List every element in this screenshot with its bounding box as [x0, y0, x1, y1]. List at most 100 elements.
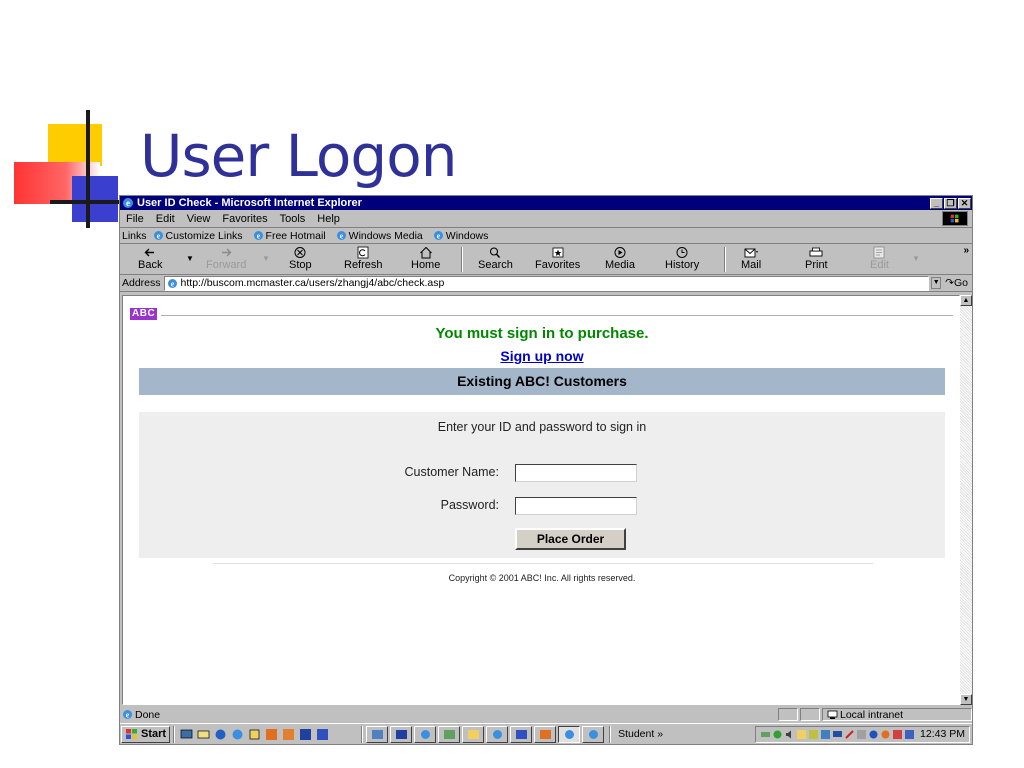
back-button[interactable]: Back [138, 244, 162, 271]
office-app-icon[interactable] [265, 728, 278, 741]
decor-blue-square [72, 176, 118, 222]
link-free-hotmail[interactable]: e Free Hotmail [253, 230, 326, 242]
link-customize-links[interactable]: e Customize Links [153, 230, 243, 242]
taskbar-separator [609, 725, 612, 743]
task-button[interactable] [414, 725, 437, 743]
tray-app-icon[interactable] [820, 729, 831, 740]
media-icon [614, 247, 626, 258]
sign-up-link[interactable]: Sign up now [123, 348, 959, 364]
explorer-icon[interactable] [248, 728, 261, 741]
menu-file[interactable]: File [120, 213, 150, 225]
menu-view[interactable]: View [181, 213, 217, 225]
tray-app-icon[interactable] [904, 729, 915, 740]
refresh-label: Refresh [344, 259, 383, 271]
print-icon [809, 247, 823, 257]
explorer-icon [467, 729, 479, 739]
vertical-scrollbar[interactable]: ▲ ▼ [960, 295, 972, 705]
svg-text:e: e [339, 232, 343, 241]
mail-icon [744, 248, 759, 258]
task-button[interactable] [534, 725, 557, 743]
stop-button[interactable]: Stop [289, 244, 312, 271]
history-button[interactable]: History [665, 244, 699, 271]
home-button[interactable]: Home [411, 244, 440, 271]
scroll-down-icon[interactable]: ▼ [960, 694, 972, 705]
status-cell [800, 708, 820, 721]
place-order-button[interactable]: Place Order [515, 528, 626, 550]
office-app-icon[interactable] [282, 728, 295, 741]
student-toolbar[interactable]: Student » [618, 728, 663, 740]
tray-app-icon[interactable] [772, 729, 783, 740]
search-icon [490, 247, 501, 258]
status-text: Done [135, 708, 161, 721]
page-icon: e [167, 278, 177, 288]
tray-app-icon[interactable] [880, 729, 891, 740]
forward-dropdown-icon[interactable]: ▼ [262, 254, 270, 263]
mail-label: Mail [741, 259, 762, 271]
media-player-icon[interactable] [214, 728, 227, 741]
toolbar-separator [461, 247, 463, 272]
address-dropdown-icon[interactable]: ▼ [931, 277, 942, 289]
mail-button[interactable]: Mail [741, 244, 761, 271]
forward-button[interactable]: Forward [206, 244, 246, 271]
tray-app-icon[interactable] [796, 729, 807, 740]
task-button[interactable] [438, 725, 461, 743]
svg-text:e: e [126, 198, 130, 208]
tray-app-icon[interactable] [892, 729, 903, 740]
tray-app-icon[interactable] [868, 729, 879, 740]
task-button[interactable] [486, 725, 509, 743]
link-windows[interactable]: e Windows [433, 229, 489, 242]
tray-network-icon[interactable] [760, 729, 771, 740]
menu-edit[interactable]: Edit [150, 213, 181, 225]
scroll-up-icon[interactable]: ▲ [960, 295, 972, 306]
favorites-icon [552, 247, 564, 258]
tray-app-icon[interactable] [856, 729, 867, 740]
tray-volume-icon[interactable] [784, 729, 795, 740]
outlook-icon[interactable] [197, 728, 210, 741]
search-button[interactable]: Search [478, 244, 513, 271]
menu-favorites[interactable]: Favorites [216, 213, 273, 225]
refresh-button[interactable]: Refresh [344, 244, 383, 271]
close-button[interactable]: ✕ [958, 197, 971, 209]
word-icon[interactable] [299, 728, 312, 741]
app-icon[interactable] [316, 728, 329, 741]
browser-icon[interactable] [231, 728, 244, 741]
link-label: Windows [445, 229, 489, 242]
show-desktop-icon[interactable] [180, 728, 193, 741]
menu-help[interactable]: Help [311, 213, 346, 225]
taskbar-separator [361, 725, 364, 743]
window-title: User ID Check - Microsoft Internet Explo… [137, 197, 362, 209]
go-arrow-icon: ↷ [945, 277, 954, 289]
links-label: Links [122, 229, 147, 242]
edit-button[interactable]: Edit [870, 244, 889, 271]
task-button[interactable] [510, 725, 533, 743]
maximize-button[interactable]: ❐ [944, 197, 957, 209]
back-dropdown-icon[interactable]: ▼ [186, 254, 194, 263]
task-button[interactable] [366, 725, 389, 743]
edit-dropdown-icon[interactable]: ▼ [912, 254, 920, 263]
task-button[interactable] [582, 725, 605, 743]
decor-yellow-square [48, 124, 102, 166]
print-button[interactable]: Print [805, 244, 828, 271]
favorites-button[interactable]: Favorites [535, 244, 580, 271]
link-label: Customize Links [165, 229, 243, 242]
tray-monitor-icon[interactable] [832, 729, 843, 740]
tray-app-icon[interactable] [808, 729, 819, 740]
link-windows-media[interactable]: e Windows Media [336, 230, 423, 242]
links-bar: Links e Customize Links e Free Hotmail e… [120, 228, 972, 244]
history-icon [676, 247, 688, 258]
task-button-active[interactable] [558, 725, 581, 743]
toolbar-chevron-icon[interactable]: » [963, 245, 969, 256]
task-button[interactable] [462, 725, 485, 743]
go-button[interactable]: ↷Go [945, 277, 968, 289]
tray-app-icon[interactable] [844, 729, 855, 740]
password-input[interactable] [515, 497, 637, 515]
minimize-button[interactable]: _ [930, 197, 943, 209]
task-button[interactable] [390, 725, 413, 743]
media-button[interactable]: Media [605, 244, 635, 271]
address-input[interactable]: e http://buscom.mcmaster.ca/users/zhangj… [163, 275, 930, 291]
svg-text:e: e [156, 232, 160, 241]
menu-tools[interactable]: Tools [274, 213, 312, 225]
login-form: Enter your ID and password to sign in Cu… [139, 412, 945, 558]
start-button[interactable]: Start [121, 725, 171, 743]
customer-name-input[interactable] [515, 464, 637, 482]
